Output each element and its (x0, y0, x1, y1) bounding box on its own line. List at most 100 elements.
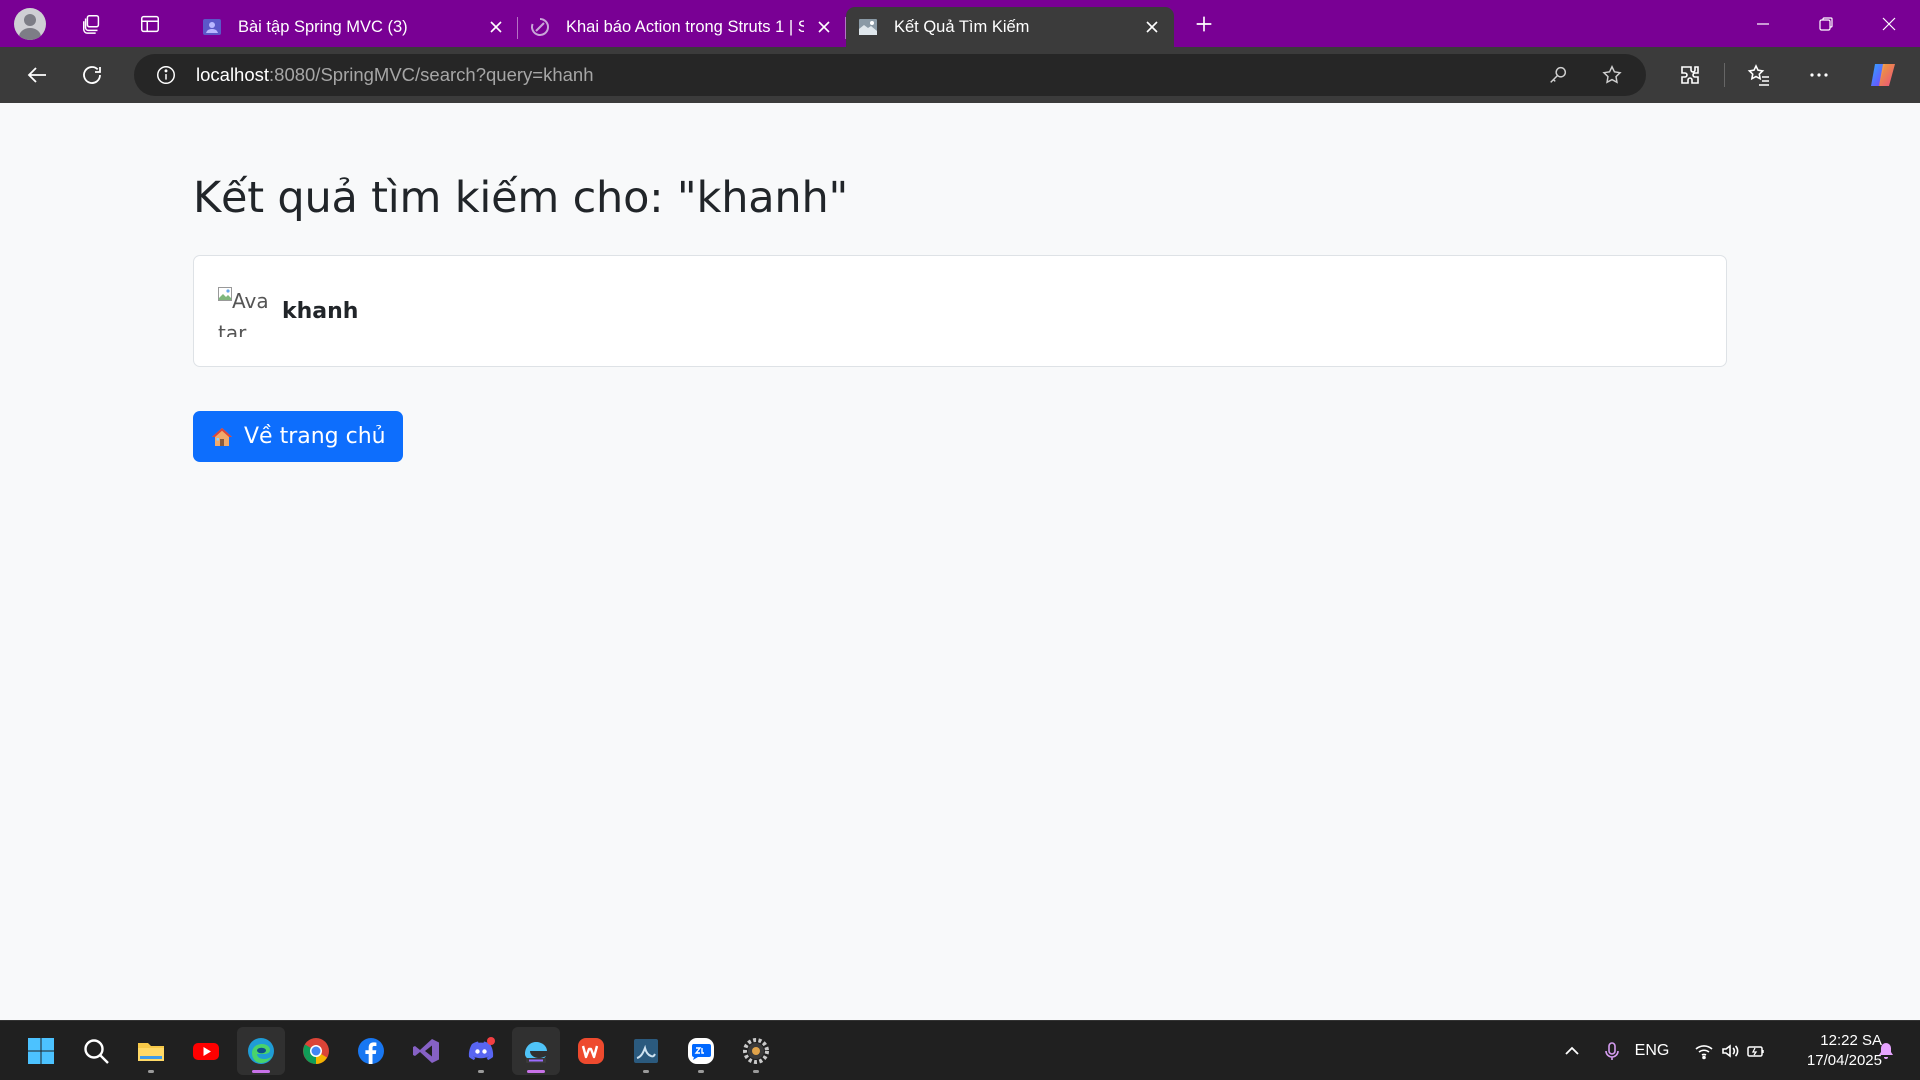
taskbar-mysql-workbench[interactable] (622, 1027, 670, 1075)
extensions-puzzle-icon (1681, 66, 1699, 84)
taskbar-chrome[interactable] (292, 1027, 340, 1075)
url-text[interactable]: localhost:8080/SpringMVC/search?query=kh… (196, 64, 1524, 86)
password-key-button[interactable] (1538, 55, 1578, 95)
back-arrow-icon (27, 67, 46, 83)
tab-search-results[interactable]: Kết Quả Tìm Kiếm (846, 7, 1174, 47)
more-options-button[interactable] (1797, 53, 1841, 97)
facebook-icon (358, 1038, 384, 1064)
running-indicator (478, 1070, 484, 1073)
wps-office-icon (578, 1038, 604, 1064)
workspaces-icon (83, 14, 100, 34)
microphone-icon (1605, 1042, 1619, 1060)
volume-icon (1722, 1044, 1739, 1058)
taskbar-visual-studio[interactable] (402, 1027, 450, 1075)
page-thumbnail-icon (858, 17, 878, 37)
edge-preview-icon (525, 1042, 547, 1063)
window-controls (1731, 0, 1920, 47)
star-icon (1602, 65, 1622, 84)
tab-struts-action[interactable]: Khai báo Action trong Struts 1 | Sl (518, 7, 846, 47)
restore-icon (1818, 16, 1833, 31)
close-icon (818, 21, 830, 33)
tab-close-button[interactable] (1140, 15, 1164, 39)
bell-icon (1879, 1043, 1893, 1059)
tab-title: Kết Quả Tìm Kiếm (894, 17, 1030, 36)
refresh-button[interactable] (70, 53, 114, 97)
minimize-button[interactable] (1731, 0, 1794, 47)
youtube-icon (193, 1043, 219, 1060)
favorites-button[interactable] (1737, 53, 1781, 97)
workspaces-button[interactable] (70, 2, 114, 46)
taskbar-file-explorer[interactable] (127, 1027, 175, 1075)
browser-tab-strip: Bài tập Spring MVC (3) Khai báo Action t… (0, 0, 1920, 47)
wifi-icon (1695, 1045, 1713, 1060)
house-icon (212, 427, 232, 446)
microphone-button[interactable] (1592, 1021, 1632, 1080)
site-info-icon[interactable] (154, 63, 178, 87)
toolbar-actions (1660, 53, 1901, 97)
taskbar-search-button[interactable] (72, 1027, 120, 1075)
home-button[interactable]: Về trang chủ (193, 411, 403, 462)
settings-gear-icon (743, 1038, 769, 1064)
profile-avatar-icon (14, 7, 46, 40)
extensions-button[interactable] (1668, 53, 1712, 97)
notifications-button[interactable] (1866, 1021, 1906, 1080)
address-bar[interactable]: localhost:8080/SpringMVC/search?query=kh… (134, 54, 1646, 96)
back-button[interactable] (16, 53, 60, 97)
favorites-list-icon (1747, 64, 1769, 86)
url-host: localhost (196, 64, 270, 85)
new-tab-button[interactable] (1182, 2, 1226, 46)
tab-close-button[interactable] (484, 15, 508, 39)
toolbar-separator (1724, 63, 1725, 87)
start-button[interactable] (17, 1027, 65, 1075)
tab-actions-icon (141, 15, 159, 32)
discord-icon (468, 1037, 495, 1060)
windows-taskbar: ENG 12:22 SA 17/04/2025 (0, 1020, 1920, 1080)
taskbar-settings[interactable] (732, 1027, 780, 1075)
running-indicator (252, 1070, 270, 1073)
vertical-tabs-button[interactable] (128, 2, 172, 46)
home-button-label: Về trang chủ (244, 424, 386, 449)
taskbar-youtube[interactable] (182, 1027, 230, 1075)
taskbar-discord[interactable] (457, 1027, 505, 1075)
battery-charging-icon (1747, 1046, 1764, 1057)
search-result-card[interactable]: Avatar khanh (193, 255, 1727, 367)
ellipsis-icon (1810, 73, 1828, 77)
mysql-workbench-icon (634, 1039, 658, 1063)
profile-button[interactable] (8, 2, 52, 46)
zalo-icon (688, 1038, 714, 1064)
windows-logo-icon (28, 1038, 54, 1064)
close-window-button[interactable] (1857, 0, 1920, 47)
folder-icon (138, 1043, 164, 1061)
avatar-alt-text: Avatar (218, 289, 269, 337)
tab-close-button[interactable] (812, 15, 836, 39)
running-indicator (753, 1070, 759, 1073)
taskbar-edge[interactable] (237, 1027, 285, 1075)
tab-spring-mvc[interactable]: Bài tập Spring MVC (3) (190, 7, 518, 47)
close-icon (490, 21, 502, 33)
key-icon (1550, 66, 1567, 83)
taskbar-facebook[interactable] (347, 1027, 395, 1075)
running-indicator (527, 1070, 545, 1073)
chevron-up-icon (1565, 1046, 1579, 1055)
network-volume-battery-group[interactable] (1682, 1021, 1778, 1080)
taskbar-edge-preview[interactable] (512, 1027, 560, 1075)
input-language-indicator[interactable]: ENG (1632, 1021, 1672, 1080)
result-username[interactable]: khanh (282, 299, 358, 324)
copilot-icon[interactable] (1867, 58, 1901, 92)
taskbar-wps-office[interactable] (567, 1027, 615, 1075)
edge-icon (248, 1038, 274, 1064)
show-hidden-icons-button[interactable] (1552, 1021, 1592, 1080)
minimize-icon (1756, 22, 1769, 25)
avatar: Avatar (218, 285, 270, 337)
tab-title: Bài tập Spring MVC (3) (238, 17, 408, 36)
running-indicator (148, 1070, 154, 1073)
restore-button[interactable] (1794, 0, 1857, 47)
plus-icon (1196, 16, 1212, 31)
taskbar-zalo[interactable] (677, 1027, 725, 1075)
running-indicator (643, 1070, 649, 1073)
close-icon (1146, 21, 1158, 33)
search-icon (84, 1039, 109, 1064)
running-indicator (698, 1070, 704, 1073)
classroom-icon (202, 17, 222, 37)
favorite-star-button[interactable] (1592, 55, 1632, 95)
